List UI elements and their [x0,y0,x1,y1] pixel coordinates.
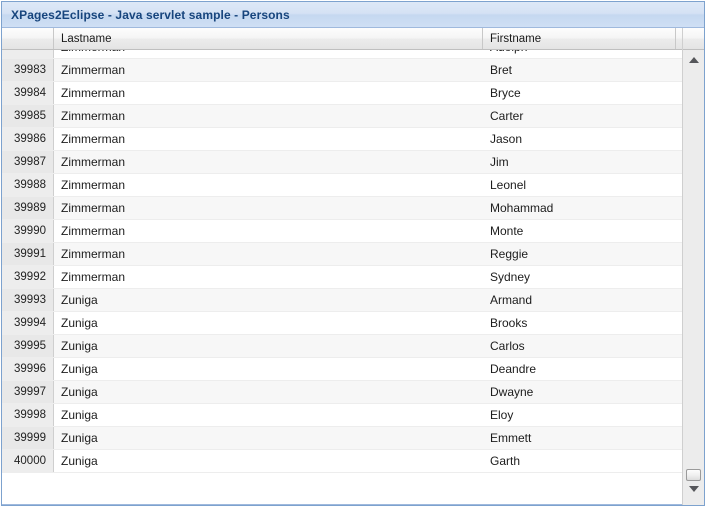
cell-firstname: Dwayne [483,381,676,403]
cell-lastname: Zimmerman [54,82,483,104]
window-title: XPages2Eclipse - Java servlet sample - P… [11,8,290,22]
table-row[interactable]: 39994ZunigaBrooks [2,312,682,335]
cell-lastname: Zimmerman [54,266,483,288]
table-row[interactable]: 39998ZunigaEloy [2,404,682,427]
cell-firstname: Jim [483,151,676,173]
cell-firstname: Reggie [483,243,676,265]
column-header-lastname[interactable]: Lastname [54,28,483,49]
cell-lastname: Zimmerman [54,151,483,173]
cell-rownum: 39983 [2,59,54,81]
cell-firstname: Eloy [483,404,676,426]
cell-rownum: 39991 [2,243,54,265]
table-row[interactable]: 39993ZunigaArmand [2,289,682,312]
cell-rownum: 39994 [2,312,54,334]
cell-lastname: Zimmerman [54,197,483,219]
table-row[interactable]: 39987ZimmermanJim [2,151,682,174]
cell-firstname: Monte [483,220,676,242]
cell-rownum: 39990 [2,220,54,242]
cell-firstname: Armand [483,289,676,311]
cell-lastname: Zimmerman [54,59,483,81]
cell-rownum: 39992 [2,266,54,288]
table-row[interactable]: 39984ZimmermanBryce [2,82,682,105]
cell-rownum: 39995 [2,335,54,357]
persons-panel: XPages2Eclipse - Java servlet sample - P… [1,1,705,506]
column-header-firstname[interactable]: Firstname [483,28,676,49]
triangle-up-icon [689,57,699,63]
table-row[interactable]: 39990ZimmermanMonte [2,220,682,243]
cell-firstname: Bryce [483,82,676,104]
cell-lastname: Zuniga [54,358,483,380]
cell-rownum: 39985 [2,105,54,127]
triangle-down-icon [689,486,699,492]
cell-firstname: Bret [483,59,676,81]
table-row[interactable]: 39991ZimmermanReggie [2,243,682,266]
table-row[interactable]: 39996ZunigaDeandre [2,358,682,381]
cell-rownum: 39986 [2,128,54,150]
cell-rownum: 39996 [2,358,54,380]
table-row[interactable]: 39995ZunigaCarlos [2,335,682,358]
scroll-down-button[interactable] [683,481,704,497]
cell-rownum: 39993 [2,289,54,311]
cell-lastname: Zuniga [54,427,483,449]
persons-data-grid: Lastname Firstname 39981ZieglerScottie39… [2,28,704,505]
grid-bottom-border [2,504,682,505]
cell-firstname: Carter [483,105,676,127]
cell-lastname: Zimmerman [54,174,483,196]
grid-rows: 39981ZieglerScottie39982ZimmermanAdolph3… [2,28,682,473]
scroll-up-button[interactable] [683,52,704,68]
cell-firstname: Mohammad [483,197,676,219]
scrollbar-thumb[interactable] [686,469,701,481]
cell-firstname: Garth [483,450,676,472]
table-row[interactable]: 39988ZimmermanLeonel [2,174,682,197]
grid-body-viewport[interactable]: 39981ZieglerScottie39982ZimmermanAdolph3… [2,28,682,505]
cell-firstname: Leonel [483,174,676,196]
cell-lastname: Zuniga [54,312,483,334]
cell-firstname: Jason [483,128,676,150]
cell-rownum: 39999 [2,427,54,449]
table-row[interactable]: 39985ZimmermanCarter [2,105,682,128]
table-row[interactable]: 40000ZunigaGarth [2,450,682,473]
cell-lastname: Zuniga [54,381,483,403]
cell-lastname: Zuniga [54,335,483,357]
cell-rownum: 39984 [2,82,54,104]
scrollbar-header-corner [683,28,704,50]
cell-lastname: Zuniga [54,289,483,311]
cell-firstname: Carlos [483,335,676,357]
table-row[interactable]: 39989ZimmermanMohammad [2,197,682,220]
cell-lastname: Zuniga [54,404,483,426]
cell-firstname: Brooks [483,312,676,334]
cell-rownum: 39988 [2,174,54,196]
application-window: XPages2Eclipse - Java servlet sample - P… [0,0,706,507]
cell-lastname: Zimmerman [54,243,483,265]
cell-rownum: 39987 [2,151,54,173]
cell-rownum: 39997 [2,381,54,403]
vertical-scrollbar[interactable] [682,28,704,505]
cell-lastname: Zimmerman [54,105,483,127]
cell-lastname: Zimmerman [54,220,483,242]
cell-firstname: Deandre [483,358,676,380]
cell-rownum: 39998 [2,404,54,426]
table-row[interactable]: 39983ZimmermanBret [2,59,682,82]
cell-lastname: Zimmerman [54,128,483,150]
window-titlebar: XPages2Eclipse - Java servlet sample - P… [2,2,704,28]
table-row[interactable]: 39992ZimmermanSydney [2,266,682,289]
cell-lastname: Zuniga [54,450,483,472]
column-header-rownum[interactable] [2,28,54,49]
grid-header-row: Lastname Firstname [2,28,704,50]
cell-firstname: Sydney [483,266,676,288]
table-row[interactable]: 39986ZimmermanJason [2,128,682,151]
cell-rownum: 39989 [2,197,54,219]
table-row[interactable]: 39997ZunigaDwayne [2,381,682,404]
cell-rownum: 40000 [2,450,54,472]
cell-firstname: Emmett [483,427,676,449]
table-row[interactable]: 39999ZunigaEmmett [2,427,682,450]
